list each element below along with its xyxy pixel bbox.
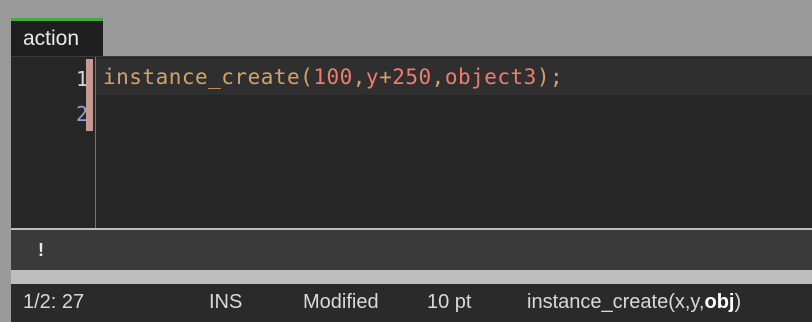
punct-token: ); — [536, 65, 564, 89]
status-bar: 1/2: 27 INS Modified 10 pt instance_crea… — [11, 284, 812, 322]
line-number-gutter: 1 2 — [11, 57, 90, 229]
function-token: instance_create — [103, 65, 301, 89]
resource-token: object3 — [444, 65, 537, 89]
tab-label: action — [23, 27, 80, 50]
code-editor[interactable]: 1 2 instance_create(100,y+250,object3); — [11, 56, 812, 229]
cursor-position: 1/2: 27 — [23, 291, 85, 313]
code-line[interactable]: instance_create(100,y+250,object3); — [103, 65, 563, 89]
pane-divider[interactable] — [11, 270, 812, 284]
message-bar: ! — [11, 228, 812, 270]
modified-indicator: Modified — [303, 291, 379, 313]
number-token: 100 — [313, 65, 353, 89]
tab-action[interactable]: action — [11, 18, 103, 56]
punct-token: , — [352, 65, 366, 89]
code-editor-window: action 1 2 instance_create(100,y+250,obj… — [0, 0, 812, 322]
hint-current-arg: obj — [704, 291, 735, 313]
operator-token: + — [379, 65, 393, 89]
hint-prefix: instance_create(x,y, — [527, 291, 705, 313]
insert-mode-indicator: INS — [209, 291, 243, 313]
number-token: 250 — [392, 65, 432, 89]
variable-token: y — [365, 65, 380, 89]
line-number: 1 — [75, 67, 88, 91]
line-number: 2 — [75, 102, 88, 126]
punct-token: , — [431, 65, 445, 89]
font-size-indicator: 10 pt — [427, 291, 472, 313]
modified-lines-marker — [86, 59, 93, 131]
function-signature-hint: instance_create(x,y,obj) — [527, 291, 741, 314]
punct-token: ( — [300, 65, 314, 89]
hint-suffix: ) — [734, 291, 742, 313]
tab-bar: action — [0, 0, 812, 56]
warning-icon: ! — [38, 240, 44, 260]
